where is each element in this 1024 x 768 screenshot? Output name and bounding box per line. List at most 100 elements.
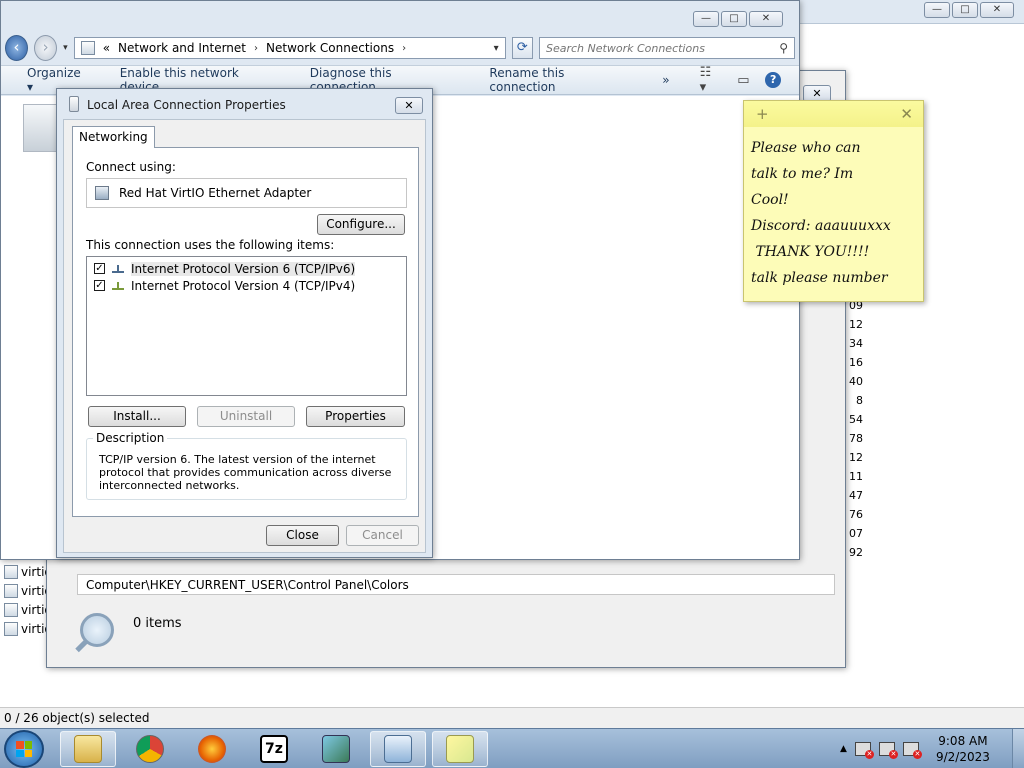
item-label: Internet Protocol Version 6 (TCP/IPv6)	[131, 261, 356, 276]
file-icon	[4, 583, 18, 598]
size-cell: 11	[849, 470, 863, 483]
help-icon[interactable]: ?	[765, 72, 781, 88]
taskbar-setup[interactable]	[308, 731, 364, 767]
taskbar-7zip[interactable]: 7z	[246, 731, 302, 767]
add-note-icon[interactable]: +	[756, 105, 769, 123]
start-button[interactable]	[4, 730, 44, 768]
chrome-icon	[136, 735, 164, 763]
adapter-field: Red Hat VirtIO Ethernet Adapter	[86, 178, 407, 208]
breadcrumb[interactable]: « Network and Internet › Network Connect…	[73, 37, 506, 59]
back-button[interactable]: ‹	[5, 35, 29, 61]
taskbar-network-connections[interactable]	[370, 731, 426, 767]
network-adapter-icon[interactable]	[23, 104, 57, 152]
taskbar-sticky-notes[interactable]	[432, 731, 488, 767]
protocol-icon	[112, 264, 124, 273]
file-icon	[4, 602, 18, 617]
dialog-title: Local Area Connection Properties	[87, 98, 286, 112]
network-icon[interactable]: ✕	[878, 742, 898, 759]
size-cell: 07	[849, 527, 863, 540]
sticky-note-text[interactable]: Please who can talk to me? Im Cool! Disc…	[744, 127, 923, 291]
firefox-icon	[198, 735, 226, 763]
magnifier-handle	[75, 638, 89, 653]
properties-dialog: Local Area Connection Properties ✕ Netwo…	[56, 88, 433, 558]
show-hidden-icons[interactable]: ▲	[840, 744, 847, 754]
close-button[interactable]: ✕	[749, 11, 783, 27]
setup-icon	[322, 735, 350, 763]
view-options-icon[interactable]: ☷ ▾	[700, 65, 722, 95]
taskbar-firefox[interactable]	[184, 731, 240, 767]
size-cell: 12	[849, 318, 863, 331]
cancel-button[interactable]: Cancel	[346, 525, 419, 546]
breadcrumb-overflow[interactable]: «	[103, 41, 110, 55]
file-list: virtio virtio virtio virtio	[4, 562, 52, 638]
size-cell: 40	[849, 375, 863, 388]
taskbar: 7z ▲ ✕ ✕ ✕ 9:08 AM 9/2/2023	[0, 728, 1024, 768]
taskbar-explorer[interactable]	[60, 731, 116, 767]
maximize-button[interactable]: □	[952, 2, 978, 18]
size-cell: 12	[849, 451, 863, 464]
network-connections-icon	[384, 735, 412, 763]
breadcrumb-separator[interactable]: ›	[402, 43, 406, 54]
list-item[interactable]: virtio	[4, 562, 52, 581]
rename-button[interactable]: Rename this connection	[489, 66, 632, 94]
item-checkbox[interactable]: ✓	[94, 280, 105, 291]
breadcrumb-item[interactable]: Network and Internet	[118, 41, 246, 55]
search-input[interactable]	[546, 41, 780, 55]
sticky-note[interactable]: + ✕ Please who can talk to me? Im Cool! …	[743, 100, 924, 302]
uninstall-button[interactable]: Uninstall	[197, 406, 295, 427]
items-label: This connection uses the following items…	[86, 238, 335, 252]
address-dropdown-icon[interactable]: ▾	[494, 43, 499, 54]
item-checkbox[interactable]: ✓	[94, 263, 105, 274]
list-item[interactable]: ✓ Internet Protocol Version 6 (TCP/IPv6)	[87, 260, 406, 277]
sticky-notes-icon	[446, 735, 474, 763]
status-bar: 0 / 26 object(s) selected	[0, 707, 1024, 728]
search-box[interactable]: ⚲	[539, 37, 795, 59]
search-icon[interactable]: ⚲	[779, 41, 788, 55]
configure-button[interactable]: Configure...	[317, 214, 405, 235]
close-note-icon[interactable]: ✕	[900, 105, 913, 123]
size-cell: 8	[856, 394, 863, 407]
background-caption-buttons: — □ ✕	[924, 2, 1014, 18]
recent-pages-icon[interactable]: ▾	[63, 43, 68, 53]
refresh-button[interactable]: ⟳	[511, 37, 533, 59]
close-button[interactable]: Close	[266, 525, 339, 546]
list-item[interactable]: ✓ Internet Protocol Version 4 (TCP/IPv4)	[87, 277, 406, 294]
size-cell: 76	[849, 508, 863, 521]
list-item[interactable]: virtio	[4, 619, 52, 638]
list-item[interactable]: virtio	[4, 581, 52, 600]
properties-button[interactable]: Properties	[306, 406, 405, 427]
size-cell: 92	[849, 546, 863, 559]
list-item[interactable]: virtio	[4, 600, 52, 619]
action-center-icon[interactable]: ✕	[854, 742, 874, 759]
clock-time: 9:08 AM	[938, 734, 988, 748]
preview-pane-icon[interactable]: ▭	[737, 73, 749, 88]
tab-networking[interactable]: Networking	[72, 126, 155, 148]
size-cell: 34	[849, 337, 863, 350]
breadcrumb-separator[interactable]: ›	[254, 43, 258, 54]
taskbar-chrome[interactable]	[122, 731, 178, 767]
maximize-button[interactable]: □	[721, 11, 747, 27]
more-commands-button[interactable]: »	[662, 73, 669, 87]
adapter-icon	[95, 186, 109, 200]
size-cell: 16	[849, 356, 863, 369]
description-text: TCP/IP version 6. The latest version of …	[99, 453, 392, 492]
breadcrumb-item[interactable]: Network Connections	[266, 41, 394, 55]
registry-address-bar[interactable]: Computer\HKEY_CURRENT_USER\Control Panel…	[77, 574, 835, 595]
items-list: ✓ Internet Protocol Version 6 (TCP/IPv6)…	[86, 256, 407, 396]
description-group: Description TCP/IP version 6. The latest…	[86, 431, 407, 500]
size-column: 09 12 34 16 40 8 54 78 12 11 47 76 07 92	[843, 296, 863, 562]
close-button[interactable]: ✕	[980, 2, 1014, 18]
minimize-button[interactable]: —	[693, 11, 719, 27]
control-panel-icon	[80, 41, 95, 55]
connect-using-label: Connect using:	[86, 160, 176, 174]
dialog-body: Networking Connect using: Red Hat VirtIO…	[63, 119, 426, 553]
clock[interactable]: 9:08 AM 9/2/2023	[935, 733, 991, 765]
minimize-button[interactable]: —	[924, 2, 950, 18]
size-cell: 47	[849, 489, 863, 502]
forward-button[interactable]: ›	[34, 35, 58, 61]
show-desktop-button[interactable]	[1012, 729, 1024, 768]
dialog-close-button[interactable]: ✕	[395, 97, 423, 114]
volume-icon[interactable]: ✕	[902, 742, 922, 759]
install-button[interactable]: Install...	[88, 406, 186, 427]
description-legend: Description	[93, 431, 168, 445]
